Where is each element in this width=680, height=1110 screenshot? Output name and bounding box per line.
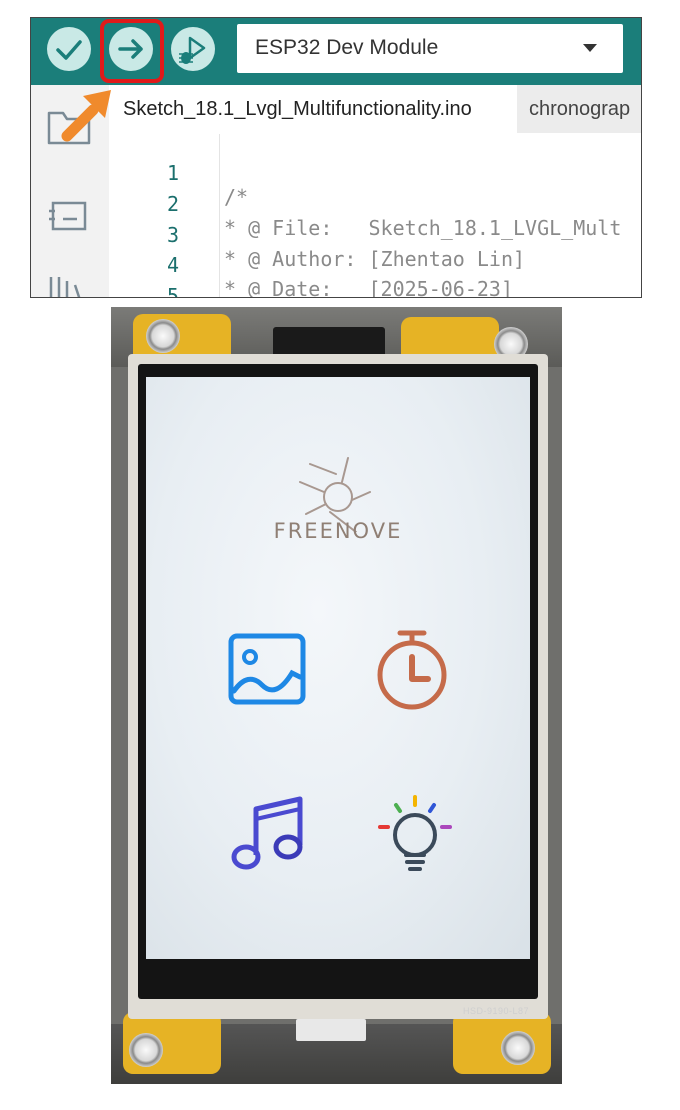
code-editor[interactable]: 1 /* 2 * @ File: Sketch_18.1_LVGL_Mult 3… xyxy=(109,134,641,297)
tab-sketch[interactable]: Sketch_18.1_Lvgl_Multifunctionality.ino xyxy=(109,85,517,133)
code-line: 4 * @ Date: [2025-06-23] xyxy=(109,229,641,297)
gallery-icon[interactable] xyxy=(228,633,308,707)
tab-sketch-label: Sketch_18.1_Lvgl_Multifunctionality.ino xyxy=(123,98,472,120)
board-manager-icon[interactable] xyxy=(45,191,93,235)
chevron-down-icon xyxy=(583,44,597,52)
code-line: 1 /* xyxy=(109,137,641,209)
screw-icon xyxy=(146,319,180,353)
code-line: 3 * @ Author: [Zhentao Lin] xyxy=(109,199,641,271)
arduino-ide-screenshot: ESP32 Dev Module Sketch_18.1_Lvgl_Multif… xyxy=(30,17,642,298)
upload-button-highlight xyxy=(100,19,164,83)
library-icon[interactable] xyxy=(45,273,93,298)
logo-wordmark: FREENOVE xyxy=(273,519,403,543)
device-photo: FREENOVE HSD-9190-L87 xyxy=(111,307,562,1084)
verify-button[interactable] xyxy=(47,27,91,71)
music-note-icon[interactable] xyxy=(230,793,310,877)
timer-icon[interactable] xyxy=(372,627,452,711)
screw-icon xyxy=(501,1031,535,1065)
checkmark-icon xyxy=(56,40,82,60)
flex-connector xyxy=(296,1019,366,1041)
board-select[interactable]: ESP32 Dev Module xyxy=(237,24,623,73)
code-line: 2 * @ File: Sketch_18.1_LVGL_Mult xyxy=(109,168,641,240)
board-select-value: ESP32 Dev Module xyxy=(255,36,439,59)
pcb-silkscreen-label: HSD-9190-L87 xyxy=(463,1006,530,1016)
line-number: 5 xyxy=(167,284,180,298)
debug-icon xyxy=(179,36,206,64)
lcd-screen: FREENOVE xyxy=(146,377,530,959)
lightbulb-icon[interactable] xyxy=(370,791,460,883)
debug-button[interactable] xyxy=(171,27,215,71)
screw-icon xyxy=(129,1033,163,1067)
tab-chronograph[interactable]: chronograp xyxy=(529,98,630,121)
code-line: 5 */ xyxy=(109,260,641,297)
ide-toolbar: ESP32 Dev Module xyxy=(31,18,641,85)
editor-tabs: Sketch_18.1_Lvgl_Multifunctionality.ino … xyxy=(109,85,641,133)
